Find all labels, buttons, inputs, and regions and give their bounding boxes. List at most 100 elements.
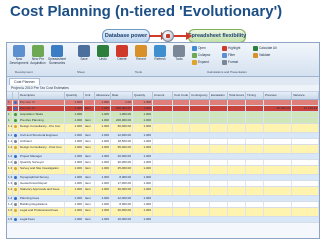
table-cell[interactable] (210, 175, 228, 180)
table-cell[interactable]: 1.000 (95, 154, 111, 159)
table-cell[interactable]: 1.000 (65, 106, 84, 111)
table-cell[interactable] (228, 100, 246, 105)
table-cell[interactable] (210, 160, 228, 165)
table-cell[interactable] (292, 100, 319, 105)
table-cell[interactable] (228, 145, 246, 153)
column-header[interactable]: Cost Code (173, 92, 190, 99)
table-cell[interactable]: 1.000 (133, 139, 153, 144)
table-cell[interactable] (246, 160, 264, 165)
table-cell[interactable] (210, 208, 228, 216)
table-cell[interactable] (190, 133, 210, 138)
table-cell[interactable] (190, 187, 210, 195)
table-cell[interactable]: 1.000 (133, 145, 153, 153)
table-cell[interactable]: 1.000 (95, 124, 111, 132)
table-cell[interactable] (264, 187, 292, 195)
table-row[interactable]: 1.5.1Legal Fees1.000Item1.00010,000.001.… (7, 217, 319, 223)
table-cell[interactable]: 1.000 (95, 175, 111, 180)
column-header[interactable]: Allowance % (95, 92, 111, 99)
table-cell[interactable] (246, 154, 264, 159)
table-cell[interactable]: 60,000.00 (111, 124, 133, 132)
table-cell[interactable] (264, 208, 292, 216)
ribbon-small-highlight[interactable]: Highlight (222, 45, 240, 51)
table-row[interactable]: 1.2 Design Consultancy - Post Con 1.000 Ite… (7, 145, 319, 154)
ribbon-small-collapse[interactable]: Collapse (192, 52, 210, 58)
column-header[interactable]: Rate (111, 92, 133, 99)
table-cell[interactable]: 12,000.00 (111, 196, 133, 201)
table-cell[interactable] (210, 166, 228, 174)
table-cell[interactable]: 1.000 (65, 196, 84, 201)
ribbon-small-calculate-all[interactable]: Calculate All (253, 45, 277, 51)
table-cell[interactable] (228, 217, 246, 222)
column-header[interactable]: Timing (246, 92, 264, 99)
table-cell[interactable] (190, 175, 210, 180)
column-header[interactable]: Quantity (65, 92, 84, 99)
ribbon-small-filter[interactable]: Filter (222, 52, 235, 58)
table-cell[interactable]: 1.000 (65, 160, 84, 165)
table-cell[interactable]: 1.000 (133, 217, 153, 222)
table-cell[interactable] (264, 175, 292, 180)
table-cell[interactable] (228, 175, 246, 180)
table-cell[interactable]: Legal and Professional Fees (19, 208, 65, 216)
table-cell[interactable] (264, 217, 292, 222)
table-cell[interactable] (246, 187, 264, 195)
table-cell[interactable]: 20,000.00 (111, 208, 133, 216)
table-cell[interactable] (228, 181, 246, 186)
table-cell[interactable] (153, 145, 173, 153)
table-cell[interactable]: 1.000 (133, 100, 153, 105)
ribbon-button-tools[interactable]: Tools (170, 44, 188, 71)
ribbon-button-new-development[interactable]: New Development (10, 44, 28, 71)
table-cell[interactable]: Geotechnical Report (19, 181, 65, 186)
table-row[interactable]: 1.4 Statutory Approvals and Fees 1.000 Item… (7, 187, 319, 196)
table-cell[interactable]: 12,123.23 (292, 106, 319, 111)
column-header[interactable]: Escalation (210, 92, 228, 99)
table-cell[interactable]: Pre Con VI (19, 106, 65, 111)
table-cell[interactable] (153, 118, 173, 123)
table-cell[interactable] (190, 217, 210, 222)
table-cell[interactable]: 1.000 (95, 145, 111, 153)
table-cell[interactable]: 18,500.00 (111, 139, 133, 144)
table-cell[interactable] (292, 112, 319, 117)
table-cell[interactable]: 1.000 (65, 166, 84, 174)
table-cell[interactable] (246, 133, 264, 138)
table-cell[interactable] (292, 118, 319, 123)
table-cell[interactable] (292, 139, 319, 144)
ribbon-button-revert[interactable]: Revert (132, 44, 150, 71)
table-cell[interactable] (228, 139, 246, 144)
table-cell[interactable] (246, 139, 264, 144)
table-cell[interactable] (292, 202, 319, 207)
table-cell[interactable]: 300,000.00 (111, 106, 133, 111)
table-row[interactable]: 1.5 Legal and Professional Fees 1.000 Item 1… (7, 208, 319, 217)
table-cell[interactable]: 1.000 (95, 112, 111, 117)
table-cell[interactable] (264, 202, 292, 207)
table-cell[interactable]: 1.000 (65, 133, 84, 138)
table-cell[interactable] (190, 100, 210, 105)
table-cell[interactable]: 1.000 (95, 181, 111, 186)
table-cell[interactable]: 1.000 (65, 181, 84, 186)
ribbon-small-validate[interactable]: Validate (253, 52, 270, 58)
table-cell[interactable] (210, 145, 228, 153)
table-cell[interactable] (190, 166, 210, 174)
table-cell[interactable]: Architect (19, 139, 65, 144)
table-cell[interactable] (228, 118, 246, 123)
table-cell[interactable]: 1.000 (95, 160, 111, 165)
table-cell[interactable]: 1.000 (65, 217, 84, 222)
table-cell[interactable] (190, 208, 210, 216)
table-cell[interactable]: Civil and Structural Engineer (19, 133, 65, 138)
table-cell[interactable] (228, 160, 246, 165)
table-cell[interactable] (210, 154, 228, 159)
table-cell[interactable] (246, 166, 264, 174)
table-cell[interactable] (292, 217, 319, 222)
table-cell[interactable] (292, 160, 319, 165)
table-cell[interactable]: 1.000 (95, 187, 111, 195)
table-cell[interactable]: Pre Con VI (19, 100, 65, 105)
table-cell[interactable]: 1.000 (133, 118, 153, 123)
table-cell[interactable] (246, 112, 264, 117)
table-cell[interactable]: 30,000.00 (111, 160, 133, 165)
table-cell[interactable]: 40,000.00 (111, 154, 133, 159)
table-cell[interactable]: Survey and Site Investigation (19, 166, 65, 174)
column-header[interactable]: Amount (153, 92, 173, 99)
table-cell[interactable] (246, 196, 264, 201)
table-row[interactable]: 1.1 Design Consultancy - Pre Con 1.000 Item… (7, 124, 319, 133)
table-cell[interactable] (292, 187, 319, 195)
table-cell[interactable] (228, 133, 246, 138)
